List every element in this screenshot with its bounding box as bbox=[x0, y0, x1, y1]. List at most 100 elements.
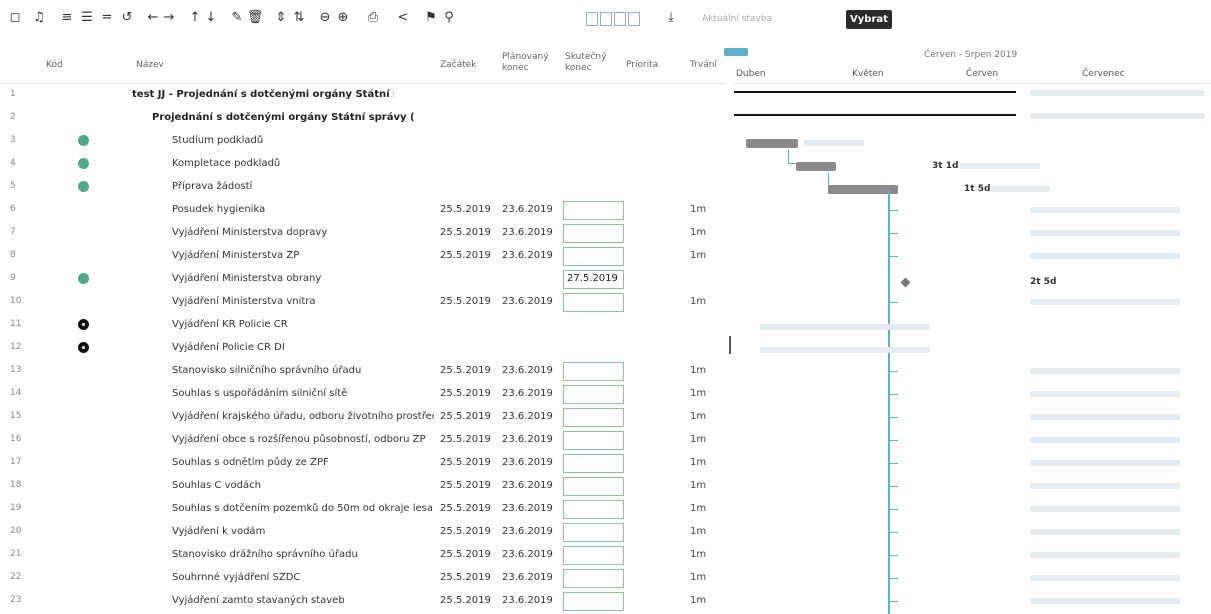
table-row[interactable]: 15 Vyjádření krajského úřadu, odboru živo… bbox=[0, 406, 726, 429]
undo-icon[interactable]: ↺ bbox=[118, 9, 136, 27]
table-row[interactable]: 20 Vyjádření k vodám 25.5.2019 23.6.2019 1m bbox=[0, 521, 726, 544]
table-row[interactable]: 2 Projednání s dotčenými orgány Státní sp… bbox=[0, 107, 726, 130]
row-number: 15 bbox=[10, 411, 22, 421]
planned-end-date: 23.6.2019 bbox=[502, 480, 553, 491]
list-lines-icon[interactable]: = bbox=[98, 9, 116, 27]
task-bar-kompletace[interactable] bbox=[796, 162, 836, 171]
unlink-icon[interactable]: ⚲ bbox=[440, 9, 458, 27]
download-icon[interactable]: ⤓ bbox=[662, 9, 680, 27]
duration-label: 2t 5d bbox=[1030, 277, 1057, 287]
filter-boxes-icon[interactable] bbox=[586, 11, 648, 27]
header-name[interactable]: Název bbox=[136, 60, 164, 71]
table-row[interactable]: 10 Vyjádření Ministerstva vnitra 25.5.2019… bbox=[0, 291, 726, 314]
table-row[interactable]: 1 test JJ - Projednání s dotčenými orgány… bbox=[0, 84, 726, 107]
actual-end-input[interactable] bbox=[563, 385, 624, 404]
start-date: 25.5.2019 bbox=[440, 365, 491, 376]
task-bar-studium[interactable] bbox=[746, 139, 798, 148]
start-date: 25.5.2019 bbox=[440, 250, 491, 261]
link-icon[interactable]: ⚑ bbox=[422, 9, 440, 27]
planned-end-date: 23.6.2019 bbox=[502, 434, 553, 445]
summary-bar[interactable] bbox=[734, 91, 1016, 93]
table-row[interactable]: 19 Souhlas s dotčením pozemků do 50m od o… bbox=[0, 498, 726, 521]
actual-end-input[interactable] bbox=[563, 247, 624, 266]
actual-end-input[interactable] bbox=[563, 362, 624, 381]
start-date: 25.5.2019 bbox=[440, 549, 491, 560]
actual-end-input[interactable] bbox=[563, 201, 624, 220]
sort-icon[interactable]: ⇅ bbox=[290, 9, 308, 27]
summary-label-bar bbox=[1030, 113, 1205, 119]
bell-icon[interactable]: ♫ bbox=[30, 9, 48, 27]
table-row[interactable]: 11 Vyjádření KŘ Policie ČR bbox=[0, 314, 726, 337]
actual-end-input[interactable] bbox=[563, 569, 624, 588]
table-row[interactable]: 9 Vyjádření Ministerstva obrany 27.5.2019 bbox=[0, 268, 726, 291]
indent-icon[interactable]: ≡ bbox=[58, 9, 76, 27]
task-label-bar bbox=[1030, 598, 1180, 604]
table-row[interactable]: 5 Příprava žádostí bbox=[0, 176, 726, 199]
zoom-out-icon[interactable]: ⊖ bbox=[316, 9, 334, 27]
table-row[interactable]: 16 Vyjádření obce s rozšířenou působností… bbox=[0, 429, 726, 452]
table-row[interactable]: 18 Souhlas C vodách 25.5.2019 23.6.2019 1m bbox=[0, 475, 726, 498]
planned-end-date: 23.6.2019 bbox=[502, 572, 553, 583]
table-row[interactable]: 4 Kompletace podkladů bbox=[0, 153, 726, 176]
actual-end-input[interactable]: 27.5.2019 bbox=[563, 270, 624, 289]
header-priority[interactable]: Priorita bbox=[626, 60, 658, 71]
task-name: Souhlas s dotčením pozemků do 50m od okr… bbox=[172, 503, 433, 514]
actual-end-input[interactable] bbox=[563, 500, 624, 519]
header-duration[interactable]: Trvání bbox=[690, 60, 717, 71]
actual-end-input[interactable] bbox=[563, 293, 624, 312]
table-row[interactable]: 21 Stanovisko drážního správního úřadu 25.… bbox=[0, 544, 726, 567]
table-row[interactable]: 22 Souhrnné vyjádření SŽDC 25.5.2019 23.6.2… bbox=[0, 567, 726, 590]
task-label-bar bbox=[1030, 575, 1180, 581]
actual-end-input[interactable] bbox=[563, 523, 624, 542]
right-arrow-icon[interactable]: → bbox=[160, 9, 178, 27]
align-icon[interactable]: ⇕ bbox=[272, 9, 290, 27]
table-row[interactable]: 17 Souhlas s odnětím půdy ze ZPF 25.5.2019… bbox=[0, 452, 726, 475]
actual-end-input[interactable] bbox=[563, 592, 624, 611]
dependency-tick bbox=[888, 302, 898, 303]
actual-end-input[interactable] bbox=[563, 477, 624, 496]
table-row[interactable]: 23 Vyjádření zamto stavaných staveb 25.5.2… bbox=[0, 590, 726, 613]
print-icon[interactable]: ⎙ bbox=[364, 9, 382, 27]
table-row[interactable]: 12 Vyjádření Policie ČR DI bbox=[0, 337, 726, 360]
dependency-tick bbox=[888, 463, 898, 464]
splitter-handle[interactable] bbox=[729, 336, 731, 354]
down-arrow-icon[interactable]: ↓ bbox=[202, 9, 220, 27]
summary-bar[interactable] bbox=[734, 114, 1016, 116]
actual-end-input[interactable] bbox=[563, 224, 624, 243]
task-label-bar bbox=[1030, 253, 1180, 259]
actual-end-input[interactable] bbox=[563, 454, 624, 473]
row-number: 3 bbox=[10, 135, 16, 145]
task-label-bar bbox=[1030, 460, 1180, 466]
edit-icon[interactable]: ✎ bbox=[228, 9, 246, 27]
table-row[interactable]: 14 Souhlas s uspořádáním silniční sítě 25.… bbox=[0, 383, 726, 406]
actual-end-input[interactable] bbox=[563, 431, 624, 450]
actual-end-input[interactable] bbox=[563, 408, 624, 427]
project-select[interactable]: Aktuální stavba bbox=[700, 11, 830, 27]
square-icon[interactable]: ◻ bbox=[6, 9, 24, 27]
header-start[interactable]: Začátek bbox=[440, 60, 476, 71]
timeline-marker[interactable] bbox=[724, 48, 748, 56]
warning-status-icon bbox=[78, 319, 89, 330]
table-row[interactable]: 8 Vyjádření Ministerstva ŽP 25.5.2019 23.6.… bbox=[0, 245, 726, 268]
table-row[interactable]: 7 Vyjádření Ministerstva dopravy 25.5.2019… bbox=[0, 222, 726, 245]
header-planned-end[interactable]: Plánovaný konec bbox=[502, 52, 558, 74]
actual-end-input[interactable] bbox=[563, 546, 624, 565]
task-name: Vyjádření Ministerstva dopravy bbox=[172, 227, 328, 238]
pane-divider[interactable] bbox=[726, 46, 734, 614]
row-number: 6 bbox=[10, 204, 16, 214]
select-button[interactable]: Vybrat bbox=[846, 10, 892, 29]
duration: 1m bbox=[690, 204, 707, 215]
header-code[interactable]: Kód bbox=[46, 60, 63, 71]
header-actual-end[interactable]: Skutečný konec bbox=[565, 52, 615, 74]
delete-icon[interactable]: 🗑 bbox=[246, 9, 264, 27]
table-row[interactable]: 6 Posudek hygienika 25.5.2019 23.6.2019 1m bbox=[0, 199, 726, 222]
duration: 1m bbox=[690, 572, 707, 583]
zoom-in-icon[interactable]: ⊕ bbox=[334, 9, 352, 27]
share-icon[interactable]: < bbox=[394, 9, 412, 27]
table-row[interactable]: 13 Stanovisko silničního správního úřadu 2… bbox=[0, 360, 726, 383]
row-number: 23 bbox=[10, 595, 22, 605]
milestone-diamond[interactable] bbox=[900, 277, 911, 288]
table-row[interactable]: 3 Studium podkladů bbox=[0, 130, 726, 153]
list-icon[interactable]: ☰ bbox=[78, 9, 96, 27]
dependency-tick bbox=[888, 256, 898, 257]
